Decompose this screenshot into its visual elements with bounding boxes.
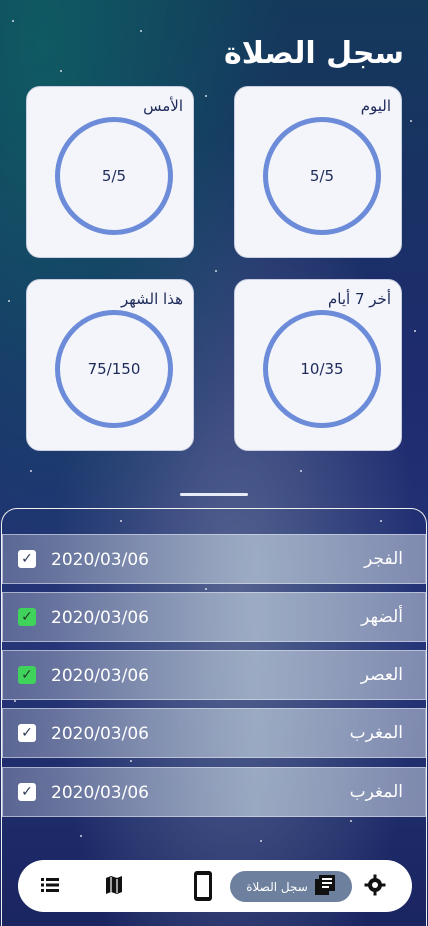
card-value: 75/150	[87, 360, 141, 378]
progress-ring: 5/5	[55, 117, 173, 235]
progress-ring: 5/5	[263, 117, 381, 235]
nav-prayer-log-label: سجل الصلاة	[246, 879, 308, 894]
progress-ring: 75/150	[55, 310, 173, 428]
map-icon[interactable]	[102, 874, 126, 898]
prayer-date: 2020/03/06	[51, 783, 149, 803]
stat-card-today[interactable]: اليوم 5/5	[234, 86, 402, 258]
prayer-date: 2020/03/06	[51, 608, 149, 628]
card-value: 10/35	[300, 360, 344, 378]
card-label: أخر 7 أيام	[328, 290, 391, 308]
prayer-name: ألضهر	[361, 607, 403, 627]
prayer-name: المغرب	[349, 782, 403, 802]
progress-ring: 10/35	[263, 310, 381, 428]
sheet-drag-handle[interactable]	[180, 493, 248, 496]
prayer-name: المغرب	[349, 723, 403, 743]
card-value: 5/5	[101, 167, 127, 185]
stat-card-this-month[interactable]: هذا الشهر 75/150	[26, 279, 194, 451]
checkbox-icon[interactable]: ✓	[18, 608, 36, 626]
settings-icon[interactable]	[363, 874, 387, 898]
prayer-name: الفجر	[364, 549, 403, 569]
checkbox-icon[interactable]: ✓	[18, 550, 36, 568]
prayer-row[interactable]: ✓ 2020/03/06 العصر	[2, 650, 426, 700]
prayer-row[interactable]: ✓ 2020/03/06 الفجر	[2, 534, 426, 584]
nav-prayer-log-button[interactable]: سجل الصلاة	[230, 871, 352, 902]
stat-card-last-7-days[interactable]: أخر 7 أيام 10/35	[234, 279, 402, 451]
prayer-date: 2020/03/06	[51, 550, 149, 570]
checkbox-icon[interactable]: ✓	[18, 666, 36, 684]
stat-card-yesterday[interactable]: الأمس 5/5	[26, 86, 194, 258]
prayer-log-icon	[314, 874, 336, 899]
page-title: سجل الصلاة	[224, 36, 404, 71]
bottom-navbar: سجل الصلاة	[18, 860, 412, 912]
card-label: اليوم	[360, 97, 391, 115]
card-value: 5/5	[309, 167, 335, 185]
prayer-row[interactable]: ✓ 2020/03/06 المغرب	[2, 708, 426, 758]
prayer-name: العصر	[360, 665, 403, 685]
card-label: هذا الشهر	[120, 290, 183, 308]
checkbox-icon[interactable]: ✓	[18, 724, 36, 742]
prayer-row[interactable]: ✓ 2020/03/06 ألضهر	[2, 592, 426, 642]
checkbox-icon[interactable]: ✓	[18, 783, 36, 801]
prayer-date: 2020/03/06	[51, 666, 149, 686]
card-label: الأمس	[143, 97, 183, 115]
phone-icon[interactable]	[191, 870, 215, 902]
prayer-row[interactable]: ✓ 2020/03/06 المغرب	[2, 767, 426, 817]
list-icon[interactable]	[38, 874, 62, 898]
prayer-date: 2020/03/06	[51, 724, 149, 744]
